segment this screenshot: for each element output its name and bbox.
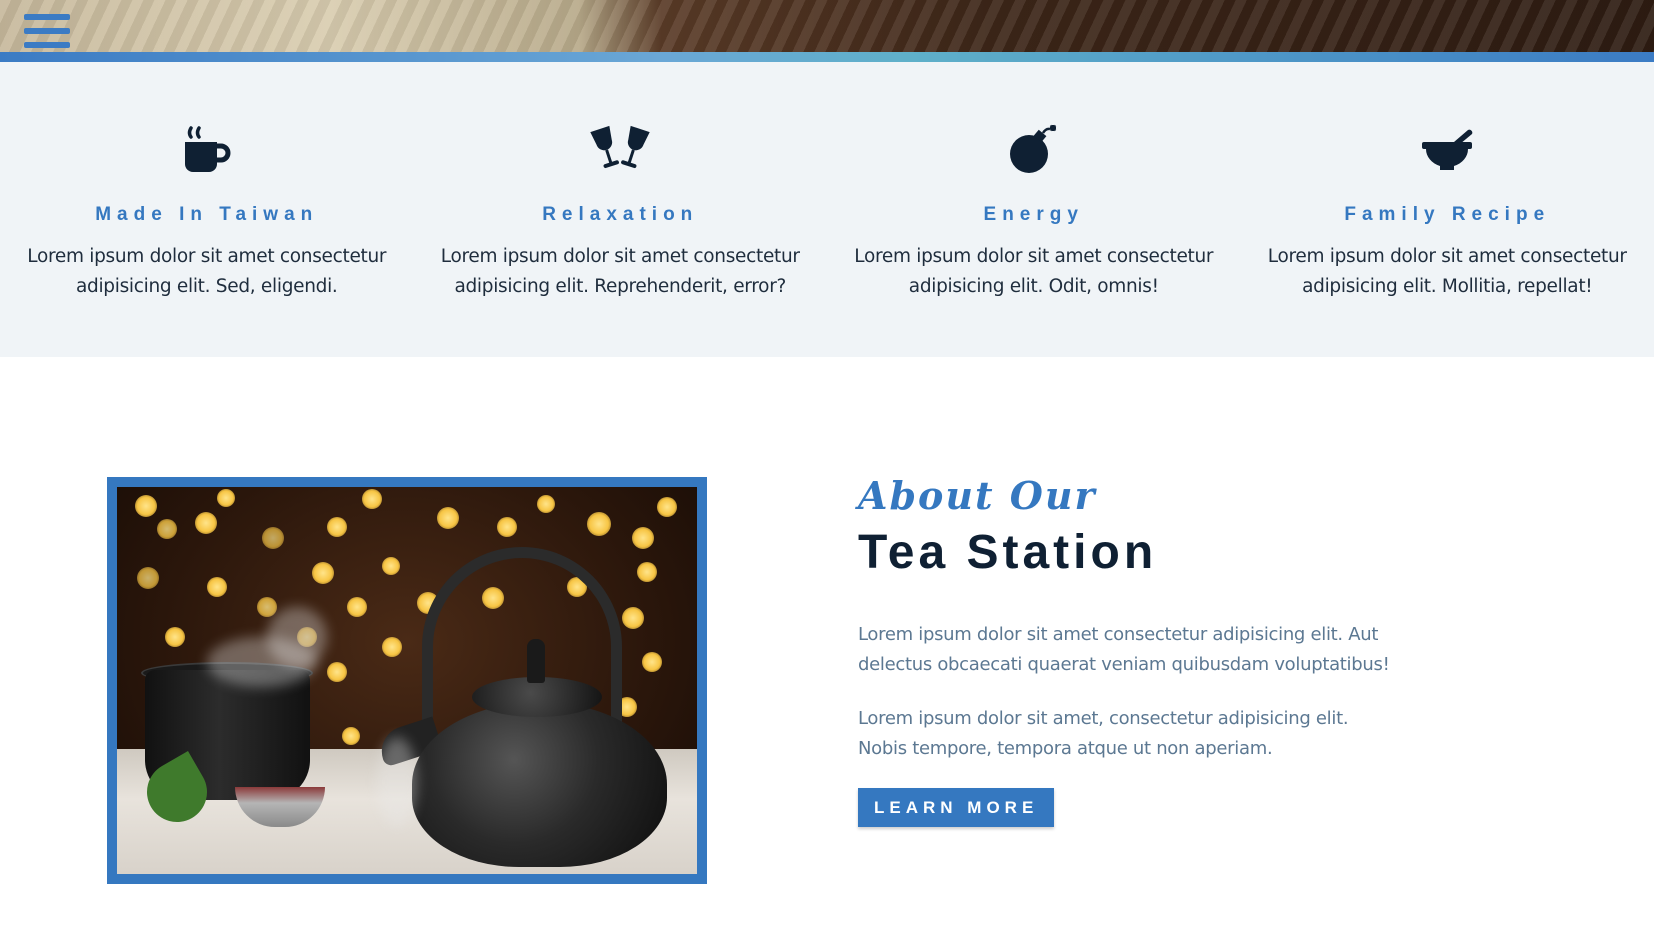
about-paragraph: Lorem ipsum dolor sit amet, consectetur … [858, 708, 1349, 759]
feature-text: Lorem ipsum dolor sit amet consectetur a… [854, 246, 1214, 297]
features-section: Made In Taiwan Lorem ipsum dolor sit ame… [0, 62, 1654, 357]
feature-energy: Energy Lorem ipsum dolor sit amet consec… [827, 62, 1241, 357]
hero-background [0, 0, 1654, 52]
bomb-icon [827, 116, 1241, 176]
teapot-photo [117, 487, 697, 874]
feature-made-in-taiwan: Made In Taiwan Lorem ipsum dolor sit ame… [0, 62, 414, 357]
mortar-pestle-icon [1241, 116, 1654, 176]
about-title: Tea Station [858, 526, 1158, 579]
menu-line [24, 42, 70, 48]
about-content: About Our Tea Station Lorem ipsum dolor … [858, 474, 1398, 827]
about-script-heading: About Our [858, 473, 1097, 518]
about-image-frame [107, 477, 707, 884]
feature-text: Lorem ipsum dolor sit amet consectetur a… [1267, 246, 1627, 297]
coffee-cup-icon [0, 116, 414, 176]
hamburger-menu-icon[interactable] [24, 14, 72, 52]
feature-title: Made In Taiwan [95, 204, 319, 225]
feature-text: Lorem ipsum dolor sit amet consectetur a… [440, 246, 800, 297]
feature-title: Relaxation [542, 204, 699, 225]
learn-more-button[interactable]: LEARN MORE [858, 788, 1055, 827]
feature-family-recipe: Family Recipe Lorem ipsum dolor sit amet… [1241, 62, 1654, 357]
hero-accent-bar [0, 52, 1654, 62]
glass-cheers-icon [414, 116, 828, 176]
feature-title: Energy [983, 204, 1084, 225]
about-paragraph: Lorem ipsum dolor sit amet consectetur a… [858, 624, 1390, 675]
feature-text: Lorem ipsum dolor sit amet consectetur a… [27, 246, 387, 297]
menu-line [24, 28, 70, 34]
feature-relaxation: Relaxation Lorem ipsum dolor sit amet co… [414, 62, 828, 357]
feature-title: Family Recipe [1344, 204, 1551, 225]
menu-line [24, 14, 70, 20]
